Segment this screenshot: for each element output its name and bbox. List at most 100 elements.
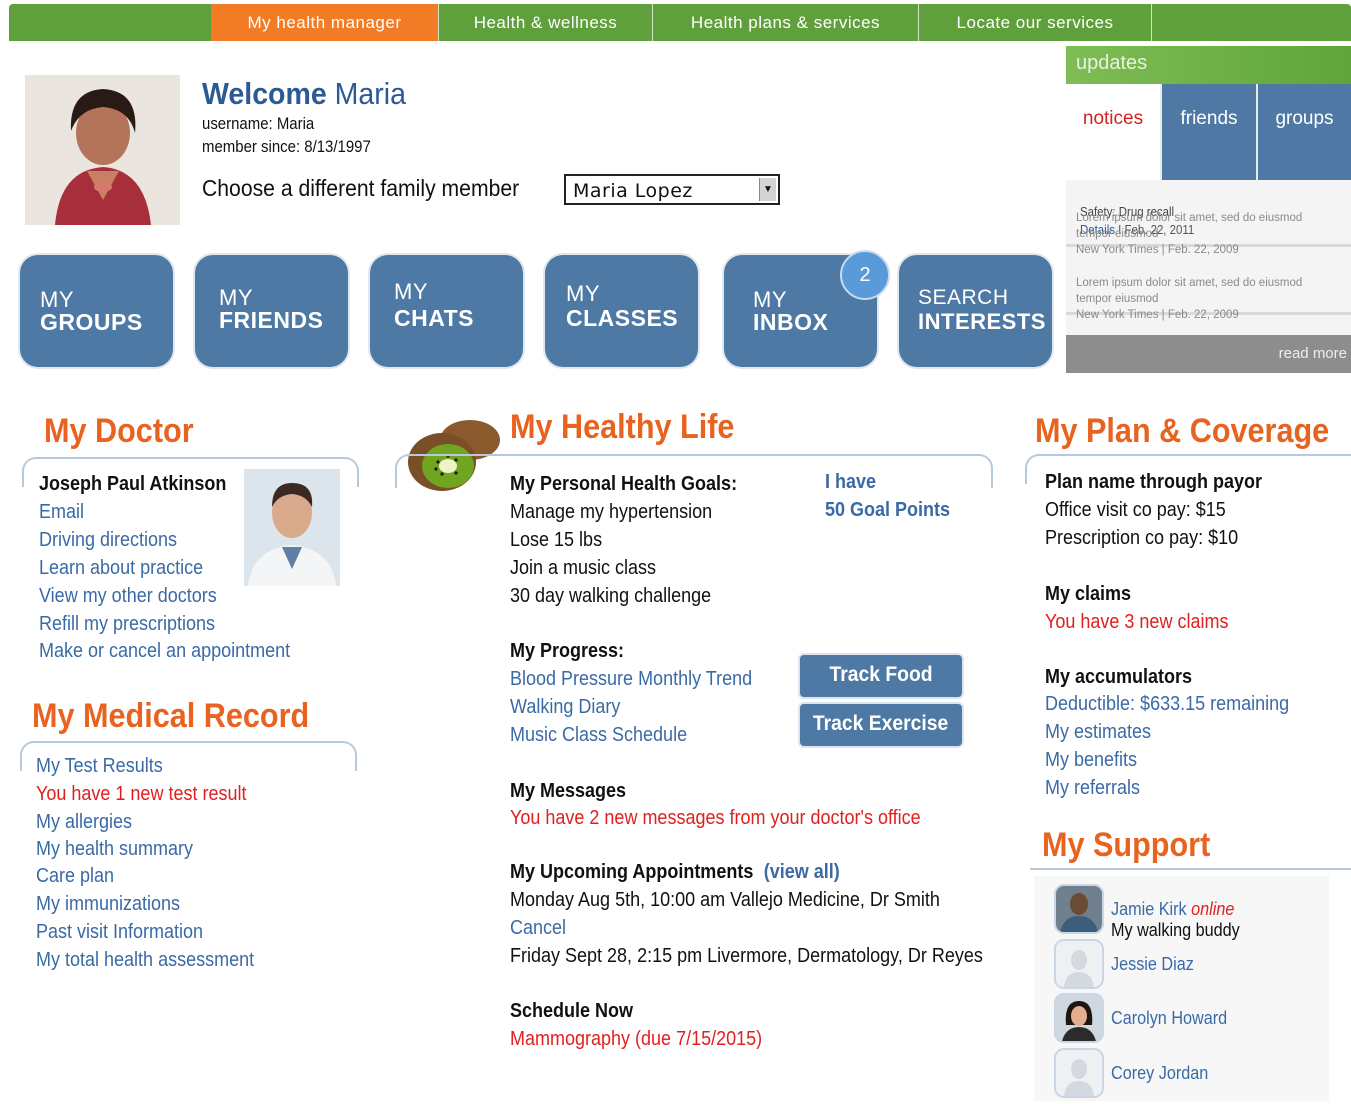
medical-record-title: My Medical Record <box>32 697 310 735</box>
new-claims-alert[interactable]: You have 3 new claims <box>1045 611 1228 634</box>
avatar[interactable] <box>1054 993 1104 1043</box>
my-support-title: My Support <box>1042 826 1211 864</box>
doctor-email-link[interactable]: Email <box>39 501 84 524</box>
goal-item: 30 day walking challenge <box>510 585 712 607</box>
appointments-heading-text: My Upcoming Appointments <box>510 861 754 883</box>
referrals-link[interactable]: My referrals <box>1045 777 1140 800</box>
cancel-appointment-link[interactable]: Cancel <box>510 917 566 940</box>
track-exercise-label: Track Exercise <box>813 712 949 735</box>
walking-diary-link[interactable]: Walking Diary <box>510 696 620 719</box>
support-person-jessie[interactable]: Jessie Diaz <box>1111 954 1194 975</box>
chevron-down-icon[interactable]: ▼ <box>759 178 776 201</box>
tile-line2: INBOX <box>753 309 829 335</box>
estimates-link[interactable]: My estimates <box>1045 721 1151 744</box>
messages-heading: My Messages <box>510 780 627 802</box>
tile-my-chats[interactable]: MY CHATS <box>370 255 523 367</box>
learn-practice-link[interactable]: Learn about practice <box>39 557 203 580</box>
family-member-select[interactable]: Maria Lopez ▼ <box>564 174 780 205</box>
goal-item: Join a music class <box>510 557 657 579</box>
person-name[interactable]: Jamie Kirk <box>1111 899 1187 919</box>
tile-my-classes[interactable]: MY CLASSES <box>545 255 698 367</box>
tile-line1: MY <box>394 279 428 304</box>
track-food-button[interactable]: Track Food <box>800 655 962 697</box>
total-health-assessment-link[interactable]: My total health assessment <box>36 949 254 972</box>
benefits-link[interactable]: My benefits <box>1045 749 1137 772</box>
tab-friends[interactable]: friends <box>1162 84 1256 180</box>
nav-health-plans-services[interactable]: Health plans & services <box>653 4 919 41</box>
accumulators-heading: My accumulators <box>1045 666 1193 688</box>
tab-groups[interactable]: groups <box>1258 84 1351 180</box>
notice-source: New York Times | Feb. 22, 2009 <box>1076 244 1239 256</box>
username-text: username: Maria <box>202 114 315 133</box>
updates-title: updates <box>1066 46 1351 84</box>
avatar-placeholder[interactable] <box>1054 939 1104 989</box>
test-results-link[interactable]: My Test Results <box>36 755 163 778</box>
avatar[interactable] <box>1054 884 1104 934</box>
my-doctor-title: My Doctor <box>44 412 194 450</box>
deductible-link[interactable]: Deductible: $633.15 remaining <box>1045 693 1289 716</box>
support-person-carolyn[interactable]: Carolyn Howard <box>1111 1008 1227 1029</box>
plan-name: Plan name through payor <box>1045 471 1263 493</box>
welcome-name: Maria <box>334 76 406 111</box>
profile-photo <box>25 75 180 225</box>
care-plan-link[interactable]: Care plan <box>36 865 114 888</box>
refill-prescriptions-link[interactable]: Refill my prescriptions <box>39 613 215 636</box>
choose-family-label: Choose a different family member <box>202 175 520 201</box>
support-person-jamie[interactable]: Jamie Kirk online <box>1111 899 1234 920</box>
blood-pressure-trend-link[interactable]: Blood Pressure Monthly Trend <box>510 668 752 691</box>
music-class-schedule-link[interactable]: Music Class Schedule <box>510 724 687 747</box>
nav-locate-services[interactable]: Locate our services <box>919 4 1152 41</box>
new-test-result-alert[interactable]: You have 1 new test result <box>36 783 246 806</box>
goal-points-label: I have <box>825 471 877 493</box>
panel-border <box>1030 868 1351 874</box>
health-summary-link[interactable]: My health summary <box>36 838 193 861</box>
claims-heading: My claims <box>1045 583 1132 605</box>
tile-line1: MY <box>566 281 600 306</box>
tile-my-friends[interactable]: MY FRIENDS <box>195 255 348 367</box>
tab-notices[interactable]: notices <box>1066 84 1160 180</box>
notice-source: New York Times | Feb. 22, 2009 <box>1076 309 1239 321</box>
nav-health-wellness[interactable]: Health & wellness <box>439 4 653 41</box>
tile-line1: SEARCH <box>918 286 1009 309</box>
other-doctors-link[interactable]: View my other doctors <box>39 585 217 608</box>
tile-line2: INTERESTS <box>918 309 1046 334</box>
prescription-copay: Prescription co pay: $10 <box>1045 527 1239 549</box>
tile-search-interests[interactable]: SEARCH INTERESTS <box>899 255 1052 367</box>
office-visit-copay: Office visit co pay: $15 <box>1045 499 1226 521</box>
view-all-appointments-link[interactable]: (view all) <box>764 861 840 883</box>
nav-my-health-manager[interactable]: My health manager <box>211 4 439 41</box>
mammography-link[interactable]: Mammography (due 7/15/2015) <box>510 1028 762 1051</box>
support-note: My walking buddy <box>1111 920 1240 940</box>
immunizations-link[interactable]: My immunizations <box>36 893 180 916</box>
tile-line2: FRIENDS <box>219 307 324 333</box>
notice-line: Lorem ipsum dolor sit amet, sed do eiusm… <box>1076 212 1303 224</box>
appointment-link[interactable]: Make or cancel an appointment <box>39 640 290 663</box>
avatar-placeholder[interactable] <box>1054 1048 1104 1098</box>
support-person-corey[interactable]: Corey Jordan <box>1111 1063 1208 1084</box>
doctor-name: Joseph Paul Atkinson <box>39 473 227 495</box>
notice-text: Lorem ipsum dolor sit amet, sed do eiusm… <box>1076 275 1302 323</box>
read-more-link[interactable]: read more <box>1066 335 1351 373</box>
goal-points-value[interactable]: 50 Goal Points <box>825 499 950 522</box>
healthy-life-title: My Healthy Life <box>510 408 735 446</box>
family-select-value: Maria Lopez <box>573 180 693 202</box>
online-status: online <box>1191 899 1235 919</box>
track-exercise-button[interactable]: Track Exercise <box>800 704 962 746</box>
notice-line: tempor eiusmod <box>1076 228 1159 240</box>
notice-line: Lorem ipsum dolor sit amet, sed do eiusm… <box>1076 277 1303 289</box>
allergies-link[interactable]: My allergies <box>36 811 132 834</box>
top-nav: My health manager Health & wellness Heal… <box>9 4 1351 41</box>
past-visit-link[interactable]: Past visit Information <box>36 921 203 944</box>
driving-directions-link[interactable]: Driving directions <box>39 529 177 552</box>
track-food-label: Track Food <box>829 663 933 686</box>
tile-line2: CLASSES <box>566 305 679 331</box>
appointment-item: Friday Sept 28, 2:15 pm Livermore, Derma… <box>510 945 983 967</box>
member-since-text: member since: 8/13/1997 <box>202 137 371 156</box>
messages-alert[interactable]: You have 2 new messages from your doctor… <box>510 807 921 830</box>
welcome-prefix: Welcome <box>202 76 327 111</box>
tile-line2: GROUPS <box>40 309 143 335</box>
welcome-title: Welcome Maria <box>202 76 406 112</box>
tile-my-groups[interactable]: MY GROUPS <box>20 255 173 367</box>
inbox-count-badge: 2 <box>840 250 890 300</box>
progress-heading: My Progress: <box>510 640 625 662</box>
